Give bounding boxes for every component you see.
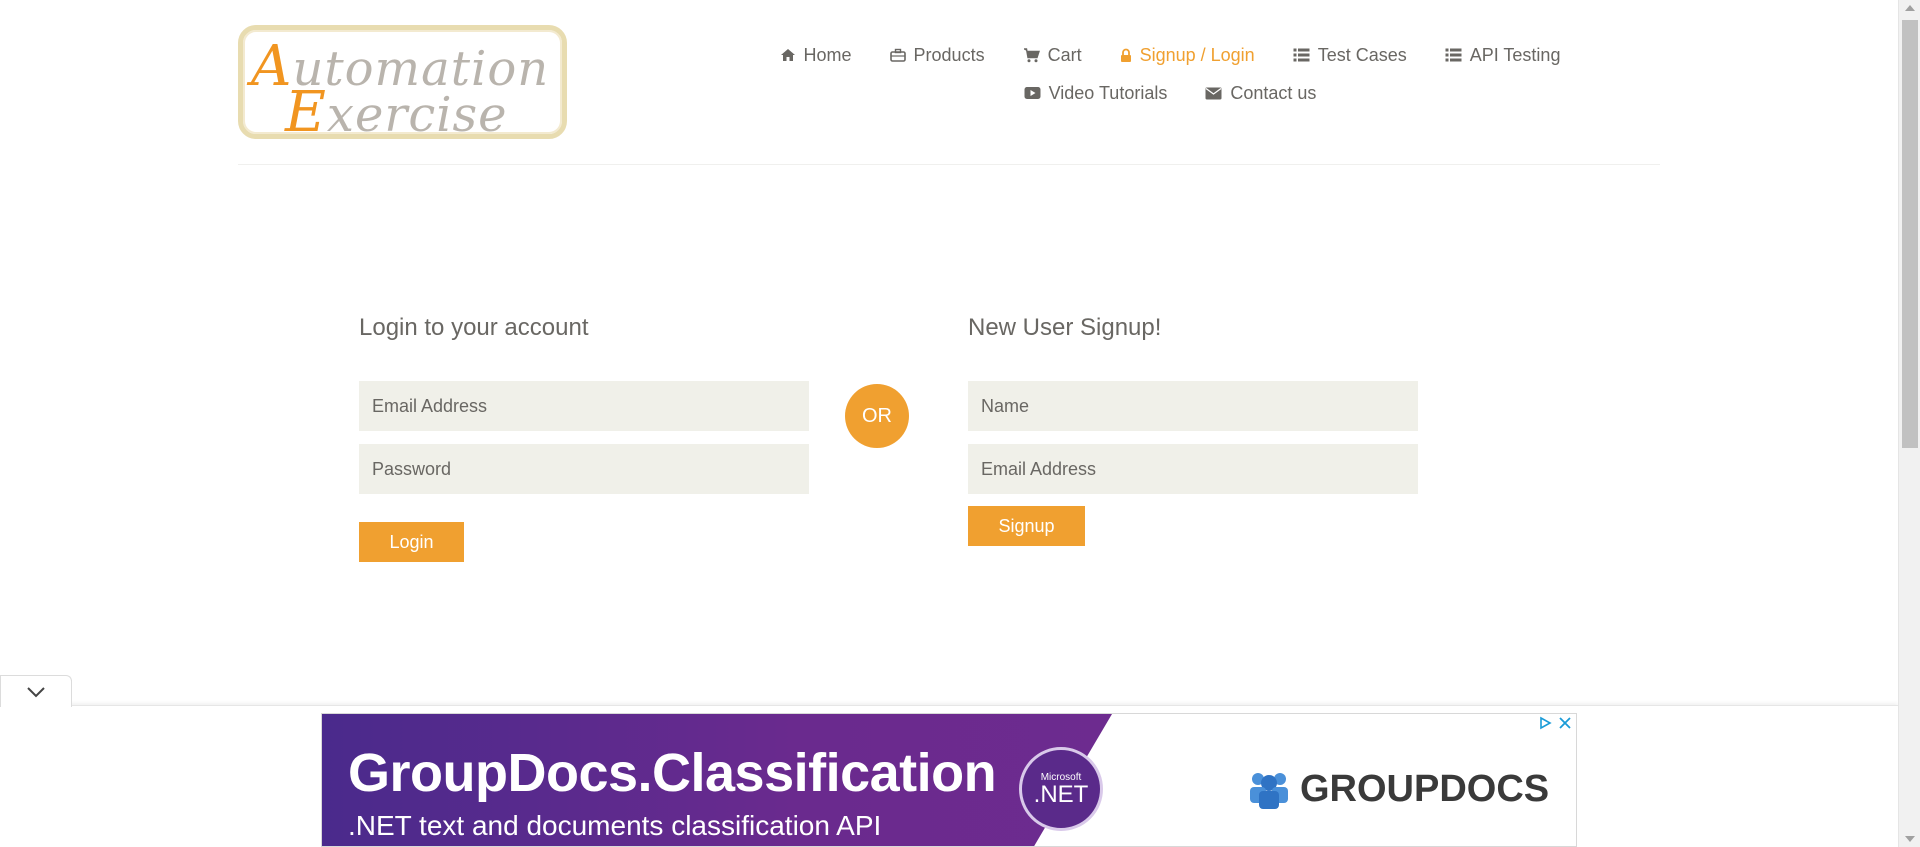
home-icon <box>780 49 795 61</box>
login-title: Login to your account <box>359 314 589 341</box>
ad-controls <box>1538 716 1572 730</box>
or-divider: OR <box>845 384 909 448</box>
scroll-down-arrow[interactable] <box>1905 836 1915 842</box>
youtube-icon <box>1024 87 1041 99</box>
main-nav: Home Products Cart Signup / Login Test C… <box>720 36 1620 112</box>
nav-products-label: Products <box>913 44 985 65</box>
ad-subtitle: .NET text and documents classification A… <box>348 810 882 841</box>
signup-name-input[interactable] <box>968 381 1418 431</box>
login-password-input[interactable] <box>359 444 809 494</box>
groupdocs-brand-label: GROUPDOCS <box>1300 768 1550 810</box>
ad-collapse-button[interactable] <box>0 675 72 707</box>
lock-icon <box>1120 48 1131 62</box>
nav-api-testing-label: API Testing <box>1469 44 1561 65</box>
ad-banner[interactable]: GroupDocs.Classification .NET text and d… <box>321 713 1577 847</box>
header-divider <box>238 164 1660 165</box>
nav-signup-login[interactable]: Signup / Login <box>1120 45 1255 66</box>
groupdocs-logo-icon <box>1250 772 1288 809</box>
nav-cart-label: Cart <box>1047 44 1082 65</box>
nav-home-label: Home <box>803 44 852 65</box>
site-header: Automation Exercise Home Products Cart S… <box>0 0 1898 166</box>
list-icon <box>1445 48 1462 62</box>
scroll-thumb[interactable] <box>1902 20 1918 448</box>
nav-cart[interactable]: Cart <box>1023 45 1082 66</box>
signup-button[interactable]: Signup <box>968 506 1085 546</box>
chevron-down-icon <box>27 686 45 697</box>
nav-signup-login-label: Signup / Login <box>1139 44 1255 65</box>
nav-products[interactable]: Products <box>889 44 985 66</box>
ad-title: GroupDocs.Classification <box>348 743 997 803</box>
scroll-up-arrow[interactable] <box>1905 5 1915 11</box>
nav-video-tutorials-label: Video Tutorials <box>1048 82 1168 103</box>
site-logo[interactable]: Automation Exercise <box>238 25 567 145</box>
cart-icon <box>1023 47 1040 62</box>
dotnet-badge: Microsoft .NET <box>1019 747 1103 831</box>
dotnet-badge-big: .NET <box>1033 781 1089 808</box>
nav-api-testing[interactable]: API Testing <box>1445 44 1561 66</box>
nav-test-cases-label: Test Cases <box>1317 44 1407 65</box>
briefcase-icon <box>889 48 906 62</box>
groupdocs-brand: GROUPDOCS <box>1246 768 1549 811</box>
nav-row-2: Video Tutorials Contact us <box>720 74 1620 112</box>
nav-contact-us[interactable]: Contact us <box>1205 83 1316 104</box>
page-scrollbar[interactable] <box>1898 0 1920 847</box>
nav-row-1: Home Products Cart Signup / Login Test C… <box>720 36 1620 74</box>
login-email-input[interactable] <box>359 381 809 431</box>
adchoices-icon[interactable] <box>1538 716 1552 730</box>
ad-purple-panel: GroupDocs.Classification .NET text and d… <box>322 714 1112 846</box>
envelope-icon <box>1205 87 1222 99</box>
nav-contact-us-label: Contact us <box>1230 82 1317 103</box>
nav-test-cases[interactable]: Test Cases <box>1293 45 1407 66</box>
close-icon[interactable] <box>1558 716 1572 730</box>
logo-line-2: Exercise <box>285 80 508 145</box>
signup-title: New User Signup! <box>968 314 1162 341</box>
login-button[interactable]: Login <box>359 522 464 562</box>
list-icon <box>1293 48 1310 62</box>
signup-email-input[interactable] <box>968 444 1418 494</box>
nav-video-tutorials[interactable]: Video Tutorials <box>1024 82 1168 104</box>
nav-home[interactable]: Home <box>780 45 852 66</box>
